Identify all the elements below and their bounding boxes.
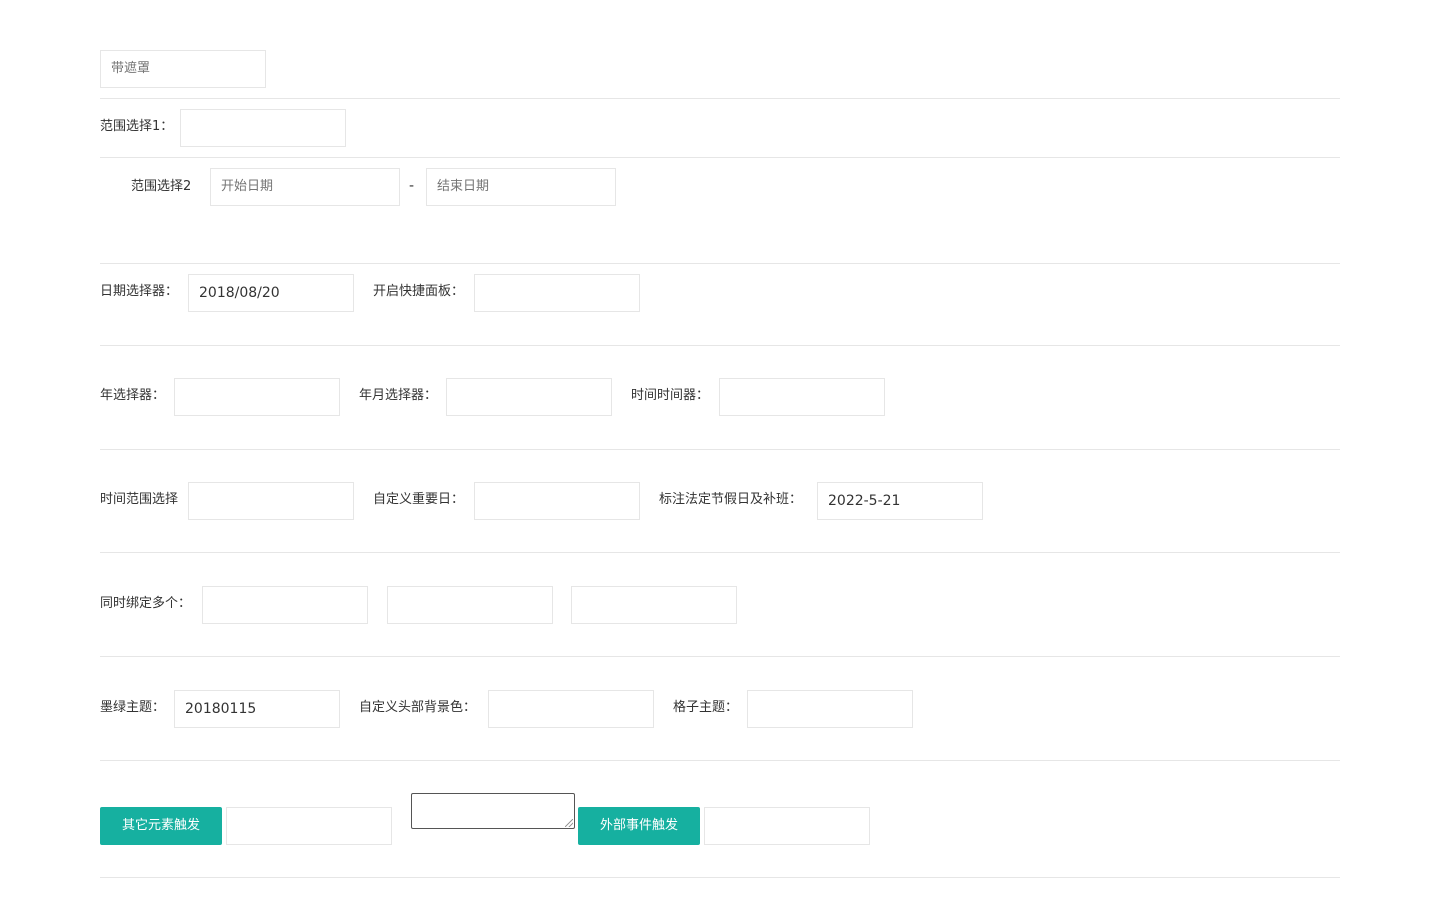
quick-panel-label: 开启快捷面板： (373, 284, 465, 299)
divider (100, 157, 1340, 158)
time-picker-input[interactable] (719, 378, 885, 416)
year-picker-label: 年选择器： (100, 388, 166, 403)
multi-bind-input-3[interactable] (571, 586, 737, 624)
quick-panel-input[interactable] (474, 274, 640, 312)
year-picker-input[interactable] (174, 378, 340, 416)
divider (100, 449, 1340, 450)
divider (100, 552, 1340, 553)
grid-theme-label: 格子主题： (673, 700, 739, 715)
other-element-trigger-button[interactable]: 其它元素触发 (100, 807, 222, 845)
range-separator: - (409, 178, 415, 194)
holiday-input[interactable]: 2022-5-21 (817, 482, 983, 520)
multi-bind-input-2[interactable] (387, 586, 553, 624)
resize-grip-icon[interactable] (565, 819, 573, 827)
date-picker-label: 日期选择器： (100, 284, 179, 299)
green-theme-label: 墨绿主题： (100, 700, 166, 715)
mask-date-input[interactable]: 带遮罩 (100, 50, 266, 88)
header-bg-label: 自定义头部背景色： (359, 700, 477, 715)
header-bg-input[interactable] (488, 690, 654, 728)
divider (100, 345, 1340, 346)
time-range-label: 时间范围选择 (100, 492, 179, 507)
date-picker-input[interactable]: 2018/08/20 (188, 274, 354, 312)
multi-bind-input-1[interactable] (202, 586, 368, 624)
range1-label: 范围选择1： (100, 119, 174, 134)
time-range-input[interactable] (188, 482, 354, 520)
time-picker-label: 时间时间器： (631, 388, 710, 403)
range2-start-input[interactable]: 开始日期 (210, 168, 400, 206)
multi-bind-label: 同时绑定多个： (100, 596, 192, 611)
range2-end-input[interactable]: 结束日期 (426, 168, 616, 206)
important-day-input[interactable] (474, 482, 640, 520)
divider (100, 263, 1340, 264)
important-day-label: 自定义重要日： (373, 492, 465, 507)
trigger-textarea[interactable] (411, 793, 575, 829)
divider (100, 656, 1340, 657)
other-trigger-input[interactable] (226, 807, 392, 845)
external-event-trigger-button[interactable]: 外部事件触发 (578, 807, 700, 845)
divider (100, 98, 1340, 99)
divider (100, 760, 1340, 761)
grid-theme-input[interactable] (747, 690, 913, 728)
year-month-picker-label: 年月选择器： (359, 388, 438, 403)
divider (100, 877, 1340, 878)
holiday-label: 标注法定节假日及补班： (659, 492, 803, 507)
green-theme-input[interactable]: 20180115 (174, 690, 340, 728)
range2-label: 范围选择2 (131, 179, 192, 194)
external-trigger-input[interactable] (704, 807, 870, 845)
datepicker-demo-page: 带遮罩 范围选择1： 范围选择2 开始日期 - 结束日期 日期选择器： 2018… (0, 0, 1440, 900)
range1-input[interactable] (180, 109, 346, 147)
year-month-picker-input[interactable] (446, 378, 612, 416)
